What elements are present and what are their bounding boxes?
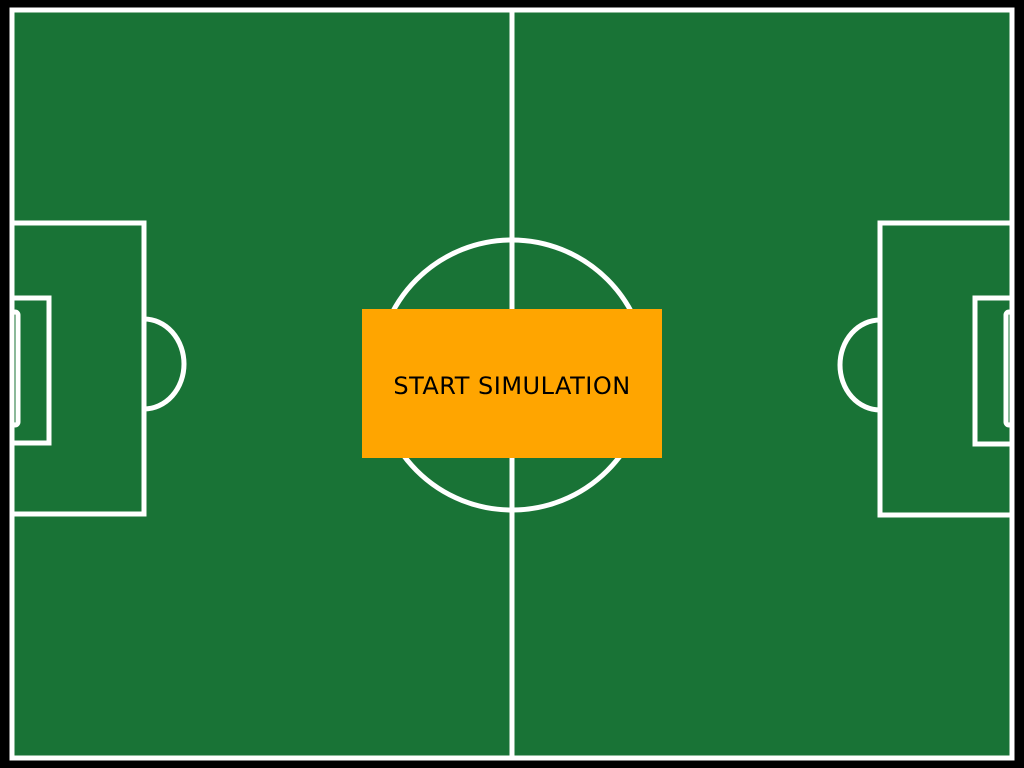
start-simulation-label: START SIMULATION: [393, 371, 631, 400]
game-screen: START SIMULATION: [0, 0, 1024, 768]
start-simulation-button[interactable]: START SIMULATION: [362, 309, 662, 458]
